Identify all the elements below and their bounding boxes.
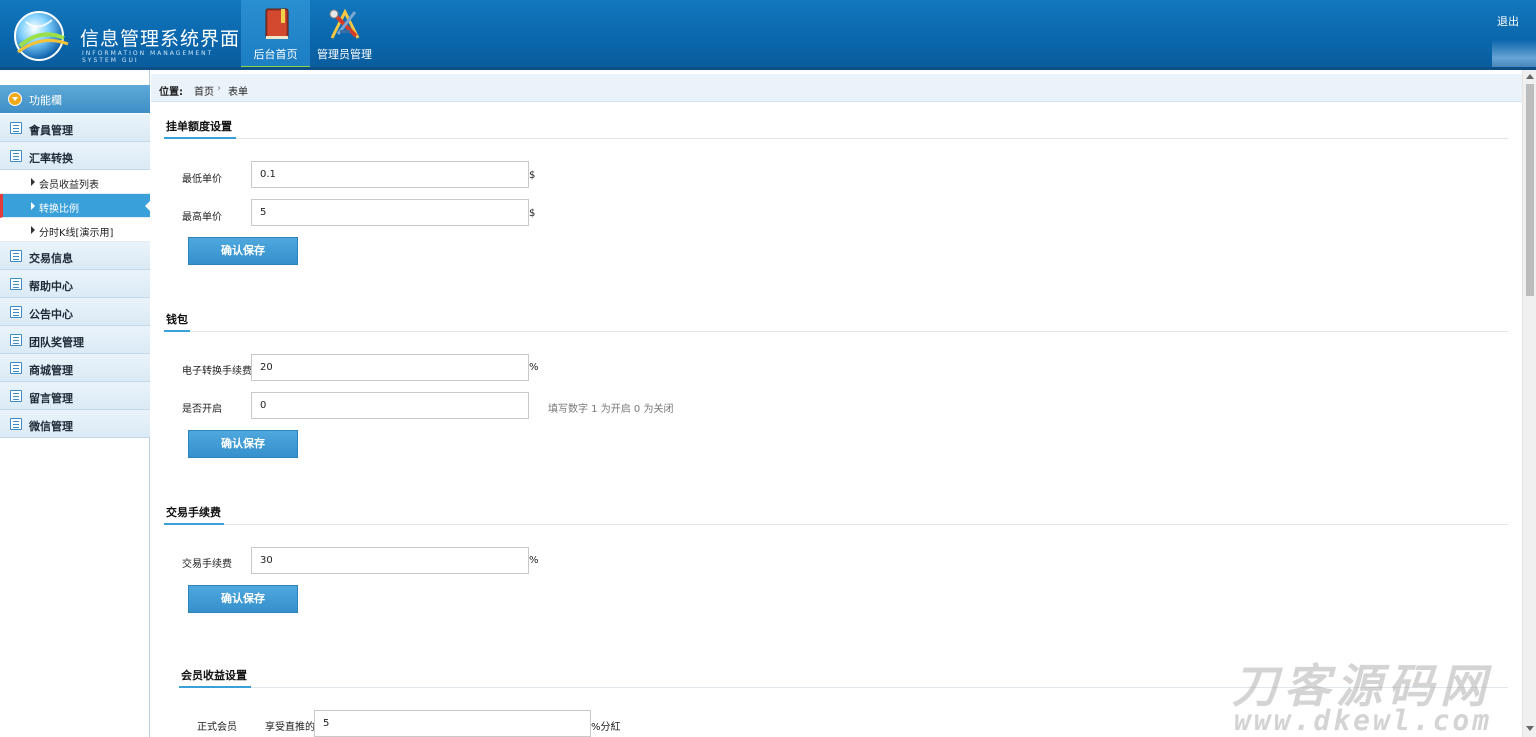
wallet-fee-label: 电子转换手续费 xyxy=(182,366,252,377)
member-dividend-input[interactable] xyxy=(314,710,591,737)
sidebar-item-team-bonus[interactable]: 团队奖管理 xyxy=(0,326,150,354)
sidebar-item-messages[interactable]: 留言管理 xyxy=(0,382,150,410)
section-underline xyxy=(164,330,190,332)
sidebar-item-label: 帮助中心 xyxy=(29,280,73,293)
app-logo: 信息管理系统界面 INFORMATION MANAGEMENT SYSTEM G… xyxy=(8,6,248,66)
list-icon xyxy=(10,250,22,262)
calendar-icon xyxy=(10,334,22,346)
top-nav: 后台首页 管理员管理 xyxy=(241,0,379,70)
sidebar-item-mall[interactable]: 商城管理 xyxy=(0,354,150,382)
caret-right-icon xyxy=(31,202,35,210)
edit-icon xyxy=(10,390,22,402)
top-header: 信息管理系统界面 INFORMATION MANAGEMENT SYSTEM G… xyxy=(0,0,1536,70)
tools-icon xyxy=(329,8,360,39)
sidebar-item-label: 公告中心 xyxy=(29,308,73,321)
collapse-icon xyxy=(8,92,22,106)
sidebar-item-exchange[interactable]: 汇率转换 xyxy=(0,142,150,170)
sidebar-menu: 會員管理 汇率转换 会员收益列表 转换比例 分时K线[演示用] 交易信息 帮助中… xyxy=(0,114,151,438)
save-order-limit-button[interactable]: 确认保存 xyxy=(188,237,298,265)
trade-fee-unit: % xyxy=(529,555,539,566)
scroll-down-icon[interactable] xyxy=(1526,726,1534,731)
sidebar-item-label: 团队奖管理 xyxy=(29,336,84,349)
wallet-enable-hint: 填写数字 1 为开启 0 为关闭 xyxy=(548,404,674,415)
trade-fee-label: 交易手续费 xyxy=(182,559,232,570)
max-price-label: 最高单价 xyxy=(182,212,222,223)
section-title-wallet: 钱包 xyxy=(166,313,188,326)
scroll-thumb[interactable] xyxy=(1526,84,1534,296)
breadcrumb-home[interactable]: 首页 xyxy=(194,83,214,98)
trade-fee-input[interactable] xyxy=(251,547,529,574)
sidebar-subitem-label: 分时K线[演示用] xyxy=(39,228,114,239)
sidebar-header[interactable]: 功能欄 xyxy=(0,85,150,113)
max-price-unit: $ xyxy=(529,208,536,219)
sidebar-item-help[interactable]: 帮助中心 xyxy=(0,270,150,298)
app-title: 信息管理系统界面 xyxy=(80,28,241,50)
sidebar-item-label: 會員管理 xyxy=(29,124,73,137)
sidebar-subitem-income-list[interactable]: 会员收益列表 xyxy=(0,170,150,194)
topnav-item-admin[interactable]: 管理员管理 xyxy=(310,0,379,70)
edit-icon xyxy=(10,278,22,290)
section-title-order-limit: 挂单额度设置 xyxy=(166,120,232,133)
section-divider xyxy=(164,138,1508,139)
caret-right-icon xyxy=(31,226,35,234)
topnav-label: 后台首页 xyxy=(253,48,298,61)
topnav-label: 管理员管理 xyxy=(317,48,372,61)
wallet-enable-label: 是否开启 xyxy=(182,404,222,415)
section-underline xyxy=(164,137,236,139)
header-decoration xyxy=(1492,40,1536,70)
app-subtitle: INFORMATION MANAGEMENT SYSTEM GUI xyxy=(82,50,214,64)
section-divider xyxy=(179,687,1508,688)
book-icon xyxy=(265,8,289,39)
section-title-member-income: 会员收益设置 xyxy=(181,669,247,682)
min-price-label: 最低单价 xyxy=(182,174,222,185)
caret-right-icon xyxy=(31,178,35,186)
section-underline xyxy=(164,523,224,525)
section-title-trade-fee: 交易手续费 xyxy=(166,506,221,519)
section-divider xyxy=(164,331,1508,332)
sidebar-item-label: 交易信息 xyxy=(29,252,73,265)
calendar-icon xyxy=(10,362,22,374)
sidebar-subitem-ratio[interactable]: 转换比例 xyxy=(0,194,151,218)
sidebar-subitem-label: 会员收益列表 xyxy=(39,180,99,191)
member-tier-label: 正式会员 xyxy=(197,722,237,733)
save-wallet-button[interactable]: 确认保存 xyxy=(188,430,298,458)
max-price-input[interactable] xyxy=(251,199,529,226)
vertical-scrollbar[interactable] xyxy=(1522,70,1536,737)
sidebar-subitem-kline[interactable]: 分时K线[演示用] xyxy=(0,218,150,242)
main-content: 位置: 首页 › 表单 挂单额度设置 最低单价 $ 最高单价 $ 确认保存 钱包… xyxy=(151,70,1523,737)
breadcrumb-lead: 位置: xyxy=(159,87,183,98)
section-divider xyxy=(164,524,1508,525)
list-icon xyxy=(10,122,22,134)
sidebar-header-label: 功能欄 xyxy=(29,94,62,107)
sidebar-item-announcements[interactable]: 公告中心 xyxy=(0,298,150,326)
breadcrumb: 位置: 首页 › 表单 xyxy=(151,74,1523,102)
wallet-fee-unit: % xyxy=(529,362,539,373)
sidebar-item-wechat[interactable]: 微信管理 xyxy=(0,410,150,438)
breadcrumb-separator: › xyxy=(217,83,221,94)
wallet-enable-input[interactable] xyxy=(251,392,529,419)
member-tier-sublabel: 享受直推的 xyxy=(265,722,315,733)
member-dividend-unit: %分紅 xyxy=(591,722,621,733)
edit-icon xyxy=(10,306,22,318)
logout-link[interactable]: 退出 xyxy=(1497,13,1519,29)
min-price-unit: $ xyxy=(529,170,536,181)
breadcrumb-current[interactable]: 表单 xyxy=(228,83,248,98)
sidebar-item-label: 商城管理 xyxy=(29,364,73,377)
topnav-item-home[interactable]: 后台首页 xyxy=(241,0,310,70)
wallet-fee-input[interactable] xyxy=(251,354,529,381)
sidebar-item-trades[interactable]: 交易信息 xyxy=(0,242,150,270)
chat-icon xyxy=(10,150,22,162)
sidebar-item-label: 留言管理 xyxy=(29,392,73,405)
min-price-input[interactable] xyxy=(251,161,529,188)
sidebar-item-label: 汇率转换 xyxy=(29,152,73,165)
scroll-up-icon[interactable] xyxy=(1526,74,1534,79)
sidebar-subitem-label: 转换比例 xyxy=(39,204,79,215)
sidebar-item-label: 微信管理 xyxy=(29,420,73,433)
section-underline xyxy=(179,686,251,688)
save-trade-fee-button[interactable]: 确认保存 xyxy=(188,585,298,613)
sidebar-item-members[interactable]: 會員管理 xyxy=(0,114,150,142)
globe-logo-icon xyxy=(14,11,69,61)
sidebar: 功能欄 會員管理 汇率转换 会员收益列表 转换比例 分时K线[演示用] 交易信息 xyxy=(0,70,151,737)
chat-icon xyxy=(10,418,22,430)
